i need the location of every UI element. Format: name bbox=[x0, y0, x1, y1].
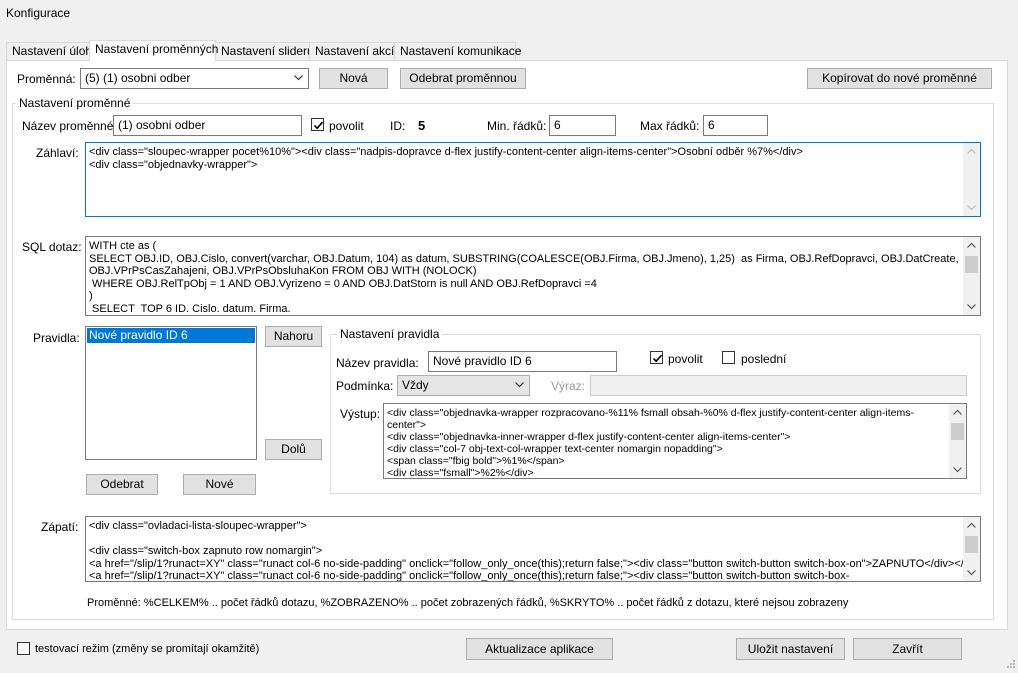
variable-settings-title: Nastavení proměnné bbox=[16, 96, 134, 110]
output-scrollbar[interactable] bbox=[949, 404, 966, 478]
resize-grip-icon[interactable] bbox=[1004, 659, 1016, 671]
header-textarea[interactable]: <div class="sloupec-wrapper pocet%10%"><… bbox=[85, 142, 981, 217]
footer-line: <div class="switch-box zapnuto row nomar… bbox=[89, 545, 323, 557]
footer-textarea[interactable]: <div class="ovladaci-lista-sloupec-wrapp… bbox=[85, 516, 981, 582]
last-rule-checkbox[interactable] bbox=[722, 351, 735, 364]
output-line: <div class="objednavka-wrapper rozpracov… bbox=[387, 407, 915, 419]
condition-label: Podmínka: bbox=[336, 379, 394, 393]
output-textarea[interactable]: <div class="objednavka-wrapper rozpracov… bbox=[383, 403, 967, 479]
rules-list-item[interactable]: Nové pravidlo ID 6 bbox=[87, 328, 255, 343]
sql-line: ) bbox=[89, 290, 93, 302]
sql-line: WHERE OBJ.RelTpObj = 1 AND OBJ.Vyrizeno … bbox=[89, 277, 597, 290]
max-rows-field[interactable]: 6 bbox=[703, 115, 768, 136]
allow-variable-checkbox[interactable] bbox=[311, 118, 324, 131]
scroll-down-arrow-icon[interactable] bbox=[967, 205, 976, 211]
rules-label: Pravidla: bbox=[33, 331, 80, 345]
allow-variable-label: povolit bbox=[329, 119, 364, 133]
condition-select[interactable]: Vždy bbox=[397, 375, 530, 396]
variable-label: Proměnná: bbox=[17, 72, 76, 86]
rule-name-label: Název pravidla: bbox=[336, 356, 419, 370]
copy-variable-button[interactable]: Kopírovat do nové proměnné bbox=[807, 68, 992, 89]
min-rows-field[interactable]: 6 bbox=[549, 115, 616, 136]
sql-textarea[interactable]: WITH cte as ( SELECT OBJ.ID, OBJ.Cislo, … bbox=[85, 236, 981, 316]
variables-hint: Proměnné: %CELKEM% .. počet řádků dotazu… bbox=[87, 597, 849, 609]
footer-scroll-thumb[interactable] bbox=[965, 536, 978, 553]
scroll-up-arrow-icon[interactable] bbox=[967, 242, 976, 248]
footer-line bbox=[89, 533, 960, 546]
scroll-up-arrow-icon[interactable] bbox=[967, 148, 976, 154]
rules-listbox[interactable]: Nové pravidlo ID 6 bbox=[85, 326, 257, 460]
tab-sliders[interactable]: Nastavení sliderů bbox=[215, 42, 314, 60]
rule-settings-title: Nastavení pravidla bbox=[337, 327, 443, 341]
id-label: ID: bbox=[390, 119, 406, 133]
sql-line: OBJ.VPrPsCasZahajeni, OBJ.VPrPsObsluhaKo… bbox=[89, 265, 477, 277]
condition-select-value: Vždy bbox=[402, 378, 429, 392]
output-line: <div class="objednavka-inner-wrapper d-f… bbox=[387, 431, 791, 443]
footer-label: Zápatí: bbox=[41, 520, 79, 534]
test-mode-checkbox[interactable] bbox=[17, 642, 30, 655]
new-variable-button[interactable]: Nová bbox=[319, 68, 388, 89]
save-settings-button[interactable]: Uložit nastavení bbox=[736, 638, 845, 660]
tab-tasks[interactable]: Nastavení úloh bbox=[6, 42, 92, 60]
remove-rule-button[interactable]: Odebrat bbox=[86, 474, 158, 495]
scroll-up-arrow-icon[interactable] bbox=[967, 522, 976, 528]
output-line: <div class="col-7 obj-text-col-wrapper t… bbox=[387, 443, 723, 455]
chevron-down-icon bbox=[515, 382, 524, 388]
chevron-down-icon bbox=[294, 75, 303, 81]
max-rows-label: Max řádků: bbox=[640, 119, 700, 133]
scroll-down-arrow-icon[interactable] bbox=[953, 467, 962, 473]
expression-label: Výraz: bbox=[551, 379, 586, 393]
output-line: <span class="fbig bold">%1%</span> bbox=[387, 455, 565, 467]
header-line: <div class="objednavky-wrapper"> bbox=[89, 158, 258, 171]
id-value: 5 bbox=[418, 118, 426, 133]
test-mode-label: testovací režim (změny se promítají okam… bbox=[35, 643, 260, 655]
sql-line: WITH cte as ( bbox=[89, 240, 157, 252]
header-line: <div class="sloupec-wrapper pocet%10%"><… bbox=[89, 146, 803, 158]
scroll-up-arrow-icon[interactable] bbox=[953, 409, 962, 415]
variable-name-field[interactable]: (1) osobni odber bbox=[113, 115, 302, 136]
new-rule-button[interactable]: Nové bbox=[183, 474, 256, 495]
output-line: center"> bbox=[387, 419, 427, 431]
footer-line: <div class="ovladaci-lista-sloupec-wrapp… bbox=[89, 520, 307, 532]
tab-actions[interactable]: Nastavení akcí bbox=[309, 42, 395, 60]
variable-select[interactable]: (5) (1) osobni odber bbox=[80, 68, 309, 89]
header-label: Záhlaví: bbox=[36, 146, 79, 160]
footer-scrollbar[interactable] bbox=[963, 517, 980, 581]
move-up-button[interactable]: Nahoru bbox=[265, 326, 322, 347]
allow-rule-checkbox[interactable] bbox=[650, 351, 663, 364]
sql-scroll-thumb[interactable] bbox=[965, 256, 978, 273]
output-line: <div class="fsmall">%2%</div> bbox=[387, 467, 534, 479]
sql-line: SELECT OBJ.ID, OBJ.Cislo, convert(varcha… bbox=[89, 252, 959, 265]
move-down-button[interactable]: Dolů bbox=[265, 439, 322, 460]
min-rows-label: Min. řádků: bbox=[487, 119, 547, 133]
rule-name-field[interactable]: Nové pravidlo ID 6 bbox=[428, 351, 617, 372]
tab-communication[interactable]: Nastavení komunikace bbox=[394, 42, 521, 60]
footer-line: <a href="/slip/1?runact=XY" class="runac… bbox=[89, 557, 977, 570]
remove-variable-button[interactable]: Odebrat proměnnou bbox=[400, 68, 526, 89]
allow-rule-label: povolit bbox=[668, 352, 703, 366]
variable-name-label: Název proměnné: bbox=[22, 119, 117, 133]
window-title: Konfigurace bbox=[6, 6, 71, 20]
update-app-button[interactable]: Aktualizace aplikace bbox=[466, 638, 613, 660]
sql-label: SQL dotaz: bbox=[22, 240, 82, 254]
checkmark-icon bbox=[652, 354, 663, 363]
expression-field[interactable] bbox=[590, 375, 967, 396]
last-rule-label: poslední bbox=[741, 352, 787, 366]
tab-variables[interactable]: Nastavení proměnných bbox=[89, 40, 218, 61]
header-scrollbar[interactable] bbox=[963, 143, 980, 216]
output-scroll-thumb[interactable] bbox=[951, 423, 964, 440]
close-button[interactable]: Zavřít bbox=[853, 638, 962, 660]
output-label: Výstup: bbox=[340, 407, 381, 421]
scroll-down-arrow-icon[interactable] bbox=[967, 304, 976, 310]
sql-scrollbar[interactable] bbox=[963, 237, 980, 315]
footer-line: <a href="/slip/1?runact=XY" class="runac… bbox=[89, 570, 850, 582]
sql-line: SELECT TOP 6 ID. Cislo. datum. Firma. bbox=[89, 302, 291, 315]
scroll-down-arrow-icon[interactable] bbox=[967, 570, 976, 576]
variable-select-value: (5) (1) osobni odber bbox=[85, 71, 191, 85]
checkmark-icon bbox=[313, 121, 324, 130]
